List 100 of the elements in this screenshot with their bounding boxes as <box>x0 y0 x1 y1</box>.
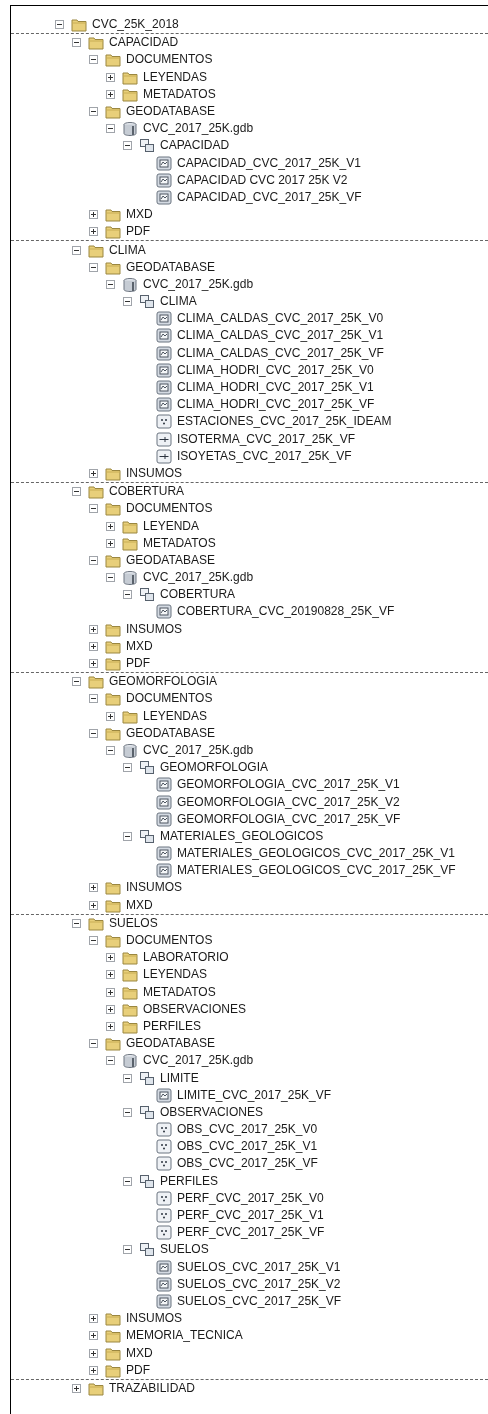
tree-toggle[interactable] <box>89 468 98 478</box>
tree-toggle[interactable] <box>106 1021 115 1031</box>
tree-item-label[interactable]: CVC_2017_25K.gdb <box>143 742 254 758</box>
tree-item-label[interactable]: CVC_2017_25K.gdb <box>143 121 254 137</box>
tree-item-label[interactable]: LEYENDAS <box>143 708 208 724</box>
tree-item-label[interactable]: GEOMORFOLOGIA_CVC_2017_25K_V2 <box>177 794 400 810</box>
tree-toggle[interactable] <box>89 728 98 738</box>
tree-item-label[interactable]: MXD <box>126 897 153 913</box>
tree-toggle[interactable] <box>89 659 98 669</box>
tree-toggle[interactable] <box>55 20 64 30</box>
tree-item-label[interactable]: CVC_2017_25K.gdb <box>143 570 254 586</box>
tree-item-label[interactable]: SUELOS_CVC_2017_25K_VF <box>177 1293 342 1309</box>
tree-toggle[interactable] <box>89 262 98 272</box>
tree-toggle[interactable] <box>106 521 115 531</box>
tree-item-label[interactable]: GEODATABASE <box>126 552 215 568</box>
tree-item-label[interactable]: PERF_CVC_2017_25K_V1 <box>177 1208 324 1224</box>
tree-toggle[interactable] <box>123 763 132 773</box>
tree-item-label[interactable]: GEODATABASE <box>126 259 215 275</box>
tree-item-label[interactable]: CAPACIDAD_CVC_2017_25K_V1 <box>177 155 361 171</box>
tree-item-label[interactable]: CLIMA_CALDAS_CVC_2017_25K_VF <box>177 345 384 361</box>
tree-item-label[interactable]: CAPACIDAD_CVC_2017_25K_VF <box>177 189 362 205</box>
tree-item-label[interactable]: CAPACIDAD <box>160 138 230 154</box>
tree-toggle[interactable] <box>72 487 81 497</box>
tree-item-label[interactable]: DOCUMENTOS <box>126 691 213 707</box>
tree-item-label[interactable]: LEYENDAS <box>143 69 208 85</box>
tree-item-label[interactable]: GEOMORFOLOGIA_CVC_2017_25K_V1 <box>177 777 400 793</box>
tree-item-label[interactable]: INSUMOS <box>126 465 182 481</box>
tree-toggle[interactable] <box>89 1348 98 1358</box>
tree-toggle[interactable] <box>89 936 98 946</box>
tree-item-label[interactable]: SUELOS_CVC_2017_25K_V1 <box>177 1259 341 1275</box>
tree-item-label[interactable]: CLIMA_HODRI_CVC_2017_25K_V1 <box>177 380 374 396</box>
tree-item-label[interactable]: PERF_CVC_2017_25K_VF <box>177 1225 325 1241</box>
tree-item-label[interactable]: CLIMA_CALDAS_CVC_2017_25K_V0 <box>177 311 384 327</box>
tree-item-label[interactable]: COBERTURA <box>160 587 236 603</box>
tree-toggle[interactable] <box>123 590 132 600</box>
tree-toggle[interactable] <box>89 55 98 65</box>
tree-item-label[interactable]: CLIMA_CALDAS_CVC_2017_25K_V1 <box>177 328 384 344</box>
tree-item-label[interactable]: COBERTURA <box>109 484 185 500</box>
tree-toggle[interactable] <box>106 89 115 99</box>
tree-item-label[interactable]: MXD <box>126 1345 153 1361</box>
tree-toggle[interactable] <box>89 107 98 117</box>
tree-item-label[interactable]: CVC_25K_2018 <box>92 17 179 33</box>
tree-toggle[interactable] <box>123 1176 132 1186</box>
tree-item-label[interactable]: OBSERVACIONES <box>143 1001 246 1017</box>
tree-toggle[interactable] <box>106 1056 115 1066</box>
tree-item-label[interactable]: MXD <box>126 207 153 223</box>
tree-toggle[interactable] <box>89 900 98 910</box>
tree-item-label[interactable]: SUELOS_CVC_2017_25K_V2 <box>177 1276 341 1292</box>
tree-toggle[interactable] <box>123 1245 132 1255</box>
tree-item-label[interactable]: ESTACIONES_CVC_2017_25K_IDEAM <box>177 414 392 430</box>
tree-item-label[interactable]: PERFILES <box>143 1018 202 1034</box>
tree-toggle[interactable] <box>123 141 132 151</box>
tree-item-label[interactable]: OBS_CVC_2017_25K_VF <box>177 1156 318 1172</box>
tree-item-label[interactable]: PDF <box>126 224 150 240</box>
tree-item-label[interactable]: SUELOS <box>109 915 158 931</box>
tree-item-label[interactable]: MATERIALES_GEOLOGICOS_CVC_2017_25K_V1 <box>177 846 455 862</box>
tree-toggle[interactable] <box>106 573 115 583</box>
tree-toggle[interactable] <box>106 953 115 963</box>
tree-toggle[interactable] <box>123 1107 132 1117</box>
tree-toggle[interactable] <box>89 883 98 893</box>
tree-item-label[interactable]: OBS_CVC_2017_25K_V1 <box>177 1139 318 1155</box>
tree-toggle[interactable] <box>89 694 98 704</box>
tree-item-label[interactable]: LABORATORIO <box>143 950 229 966</box>
tree-toggle[interactable] <box>106 745 115 755</box>
tree-toggle[interactable] <box>89 1331 98 1341</box>
tree-item-label[interactable]: GEODATABASE <box>126 104 215 120</box>
tree-toggle[interactable] <box>89 624 98 634</box>
tree-item-label[interactable]: GEOMORFOLOGIA_CVC_2017_25K_VF <box>177 811 401 827</box>
tree-item-label[interactable]: GEODATABASE <box>126 725 215 741</box>
tree-toggle[interactable] <box>106 72 115 82</box>
tree-item-label[interactable]: COBERTURA_CVC_20190828_25K_VF <box>177 604 395 620</box>
tree-toggle[interactable] <box>89 504 98 514</box>
tree-item-label[interactable]: INSUMOS <box>126 880 182 896</box>
tree-toggle[interactable] <box>89 641 98 651</box>
tree-item-label[interactable]: CLIMA_HODRI_CVC_2017_25K_VF <box>177 397 375 413</box>
tree-toggle[interactable] <box>123 831 132 841</box>
tree-item-label[interactable]: DOCUMENTOS <box>126 933 213 949</box>
tree-item-label[interactable]: LIMITE <box>160 1070 199 1086</box>
tree-item-label[interactable]: GEOMORFOLOGIA <box>109 674 217 690</box>
tree-toggle[interactable] <box>72 1383 81 1393</box>
tree-item-label[interactable]: CAPACIDAD CVC 2017 25K V2 <box>177 172 348 188</box>
tree-toggle[interactable] <box>106 987 115 997</box>
tree-item-label[interactable]: OBSERVACIONES <box>160 1104 263 1120</box>
tree-item-label[interactable]: METADATOS <box>143 535 216 551</box>
tree-item-label[interactable]: PDF <box>126 1362 150 1378</box>
tree-toggle[interactable] <box>89 227 98 237</box>
tree-item-label[interactable]: ISOYETAS_CVC_2017_25K_VF <box>177 448 352 464</box>
tree-item-label[interactable]: LEYENDA <box>143 518 200 534</box>
tree-toggle[interactable] <box>106 279 115 289</box>
tree-toggle[interactable] <box>72 918 81 928</box>
tree-item-label[interactable]: CLIMA <box>109 242 146 258</box>
tree-toggle[interactable] <box>72 677 81 687</box>
tree-item-label[interactable]: ISOTERMA_CVC_2017_25K_VF <box>177 431 356 447</box>
tree-toggle[interactable] <box>89 1039 98 1049</box>
tree-item-label[interactable]: GEOMORFOLOGIA <box>160 760 268 776</box>
tree-item-label[interactable]: LIMITE_CVC_2017_25K_VF <box>177 1087 332 1103</box>
tree-item-label[interactable]: CVC_2017_25K.gdb <box>143 1053 254 1069</box>
tree-item-label[interactable]: PDF <box>126 656 150 672</box>
tree-toggle[interactable] <box>106 538 115 548</box>
tree-toggle[interactable] <box>106 711 115 721</box>
